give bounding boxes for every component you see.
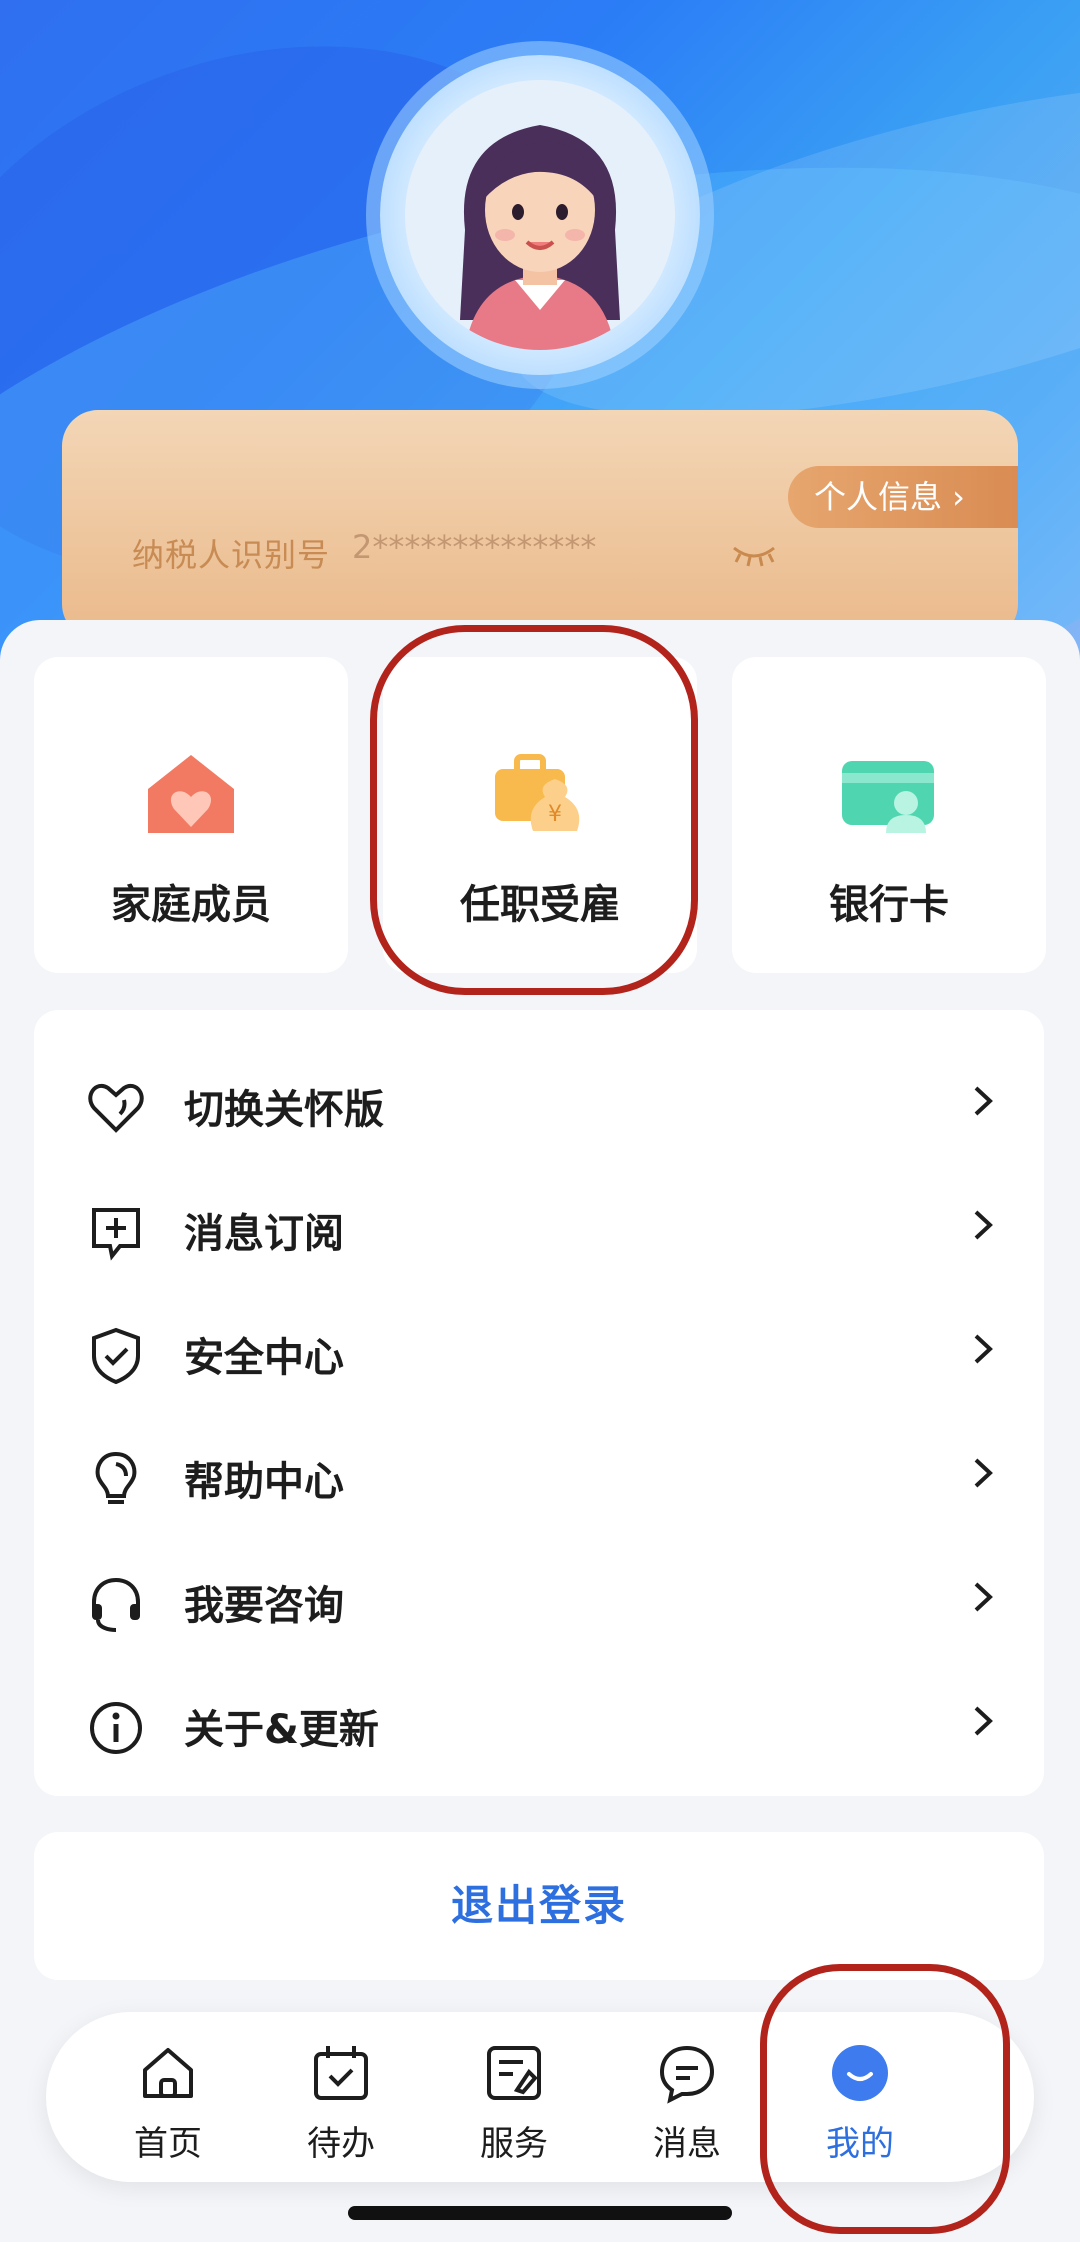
tax-id-value: 2************** <box>352 528 597 566</box>
chevron-right-icon <box>974 1458 993 1488</box>
tab-label: 服务 <box>480 2124 548 2164</box>
personal-info-button[interactable]: 个人信息 › <box>788 466 1018 528</box>
tab-services[interactable]: 服务 <box>444 2042 584 2172</box>
menu-label: 我要咨询 <box>184 1583 344 1629</box>
chevron-right-icon <box>974 1334 993 1364</box>
menu-item-about-update[interactable]: 关于&更新 <box>34 1660 1044 1784</box>
message-add-icon <box>92 1208 140 1261</box>
tax-id-card: 个人信息 › 纳税人识别号 2************** <box>62 410 1018 640</box>
menu-label: 帮助中心 <box>184 1459 344 1505</box>
avatar[interactable] <box>380 55 700 375</box>
family-members-card[interactable]: 家庭成员 <box>34 657 348 973</box>
menu-item-help-center[interactable]: 帮助中心 <box>34 1412 1044 1536</box>
heart-icon <box>88 1084 144 1133</box>
menu-item-consult[interactable]: 我要咨询 <box>34 1536 1044 1660</box>
chat-icon <box>659 2045 715 2104</box>
avatar-illustration <box>460 125 620 350</box>
house-heart-icon <box>148 755 234 833</box>
tab-label: 首页 <box>134 2124 202 2164</box>
bank-card-card[interactable]: 银行卡 <box>732 657 1046 973</box>
tab-todo[interactable]: 待办 <box>271 2042 411 2172</box>
menu-label: 安全中心 <box>184 1335 344 1381</box>
chevron-right-icon <box>974 1582 993 1612</box>
calendar-check-icon <box>314 2046 368 2100</box>
logout-button[interactable]: 退出登录 <box>34 1832 1044 1980</box>
chevron-right-icon <box>974 1086 993 1116</box>
menu-label: 关于&更新 <box>184 1707 379 1753</box>
service-icon <box>487 2046 541 2100</box>
info-icon <box>90 1702 142 1754</box>
tab-home[interactable]: 首页 <box>98 2042 238 2172</box>
menu-item-care-mode[interactable]: 切换关怀版 <box>34 1040 1044 1164</box>
home-icon <box>143 2048 193 2098</box>
menu-label: 消息订阅 <box>184 1211 344 1257</box>
chevron-right-icon <box>974 1706 993 1736</box>
tab-messages[interactable]: 消息 <box>617 2042 757 2172</box>
home-indicator <box>348 2206 732 2220</box>
menu-item-security-center[interactable]: 安全中心 <box>34 1288 1044 1412</box>
headset-icon <box>92 1577 140 1632</box>
bank-card-label: 银行卡 <box>829 882 949 928</box>
menu-item-message-subscription[interactable]: 消息订阅 <box>34 1164 1044 1288</box>
chevron-right-icon <box>974 1210 993 1240</box>
lightbulb-icon <box>95 1451 137 1504</box>
menu-label: 切换关怀版 <box>184 1087 384 1133</box>
highlight-ring-mine-tab <box>760 1964 1010 2234</box>
tab-label: 待办 <box>307 2124 375 2164</box>
family-members-label: 家庭成员 <box>111 882 271 928</box>
shield-check-icon <box>92 1327 140 1385</box>
tab-label: 消息 <box>653 2124 721 2164</box>
bank-card-icon <box>842 761 934 833</box>
highlight-ring-employment <box>370 625 698 995</box>
settings-menu: 切换关怀版 消息订阅 安全中心 帮助中心 我要咨询 关于&更新 <box>34 1010 1044 1796</box>
eye-closed-icon[interactable] <box>730 540 778 570</box>
tax-id-label: 纳税人识别号 <box>132 536 331 574</box>
